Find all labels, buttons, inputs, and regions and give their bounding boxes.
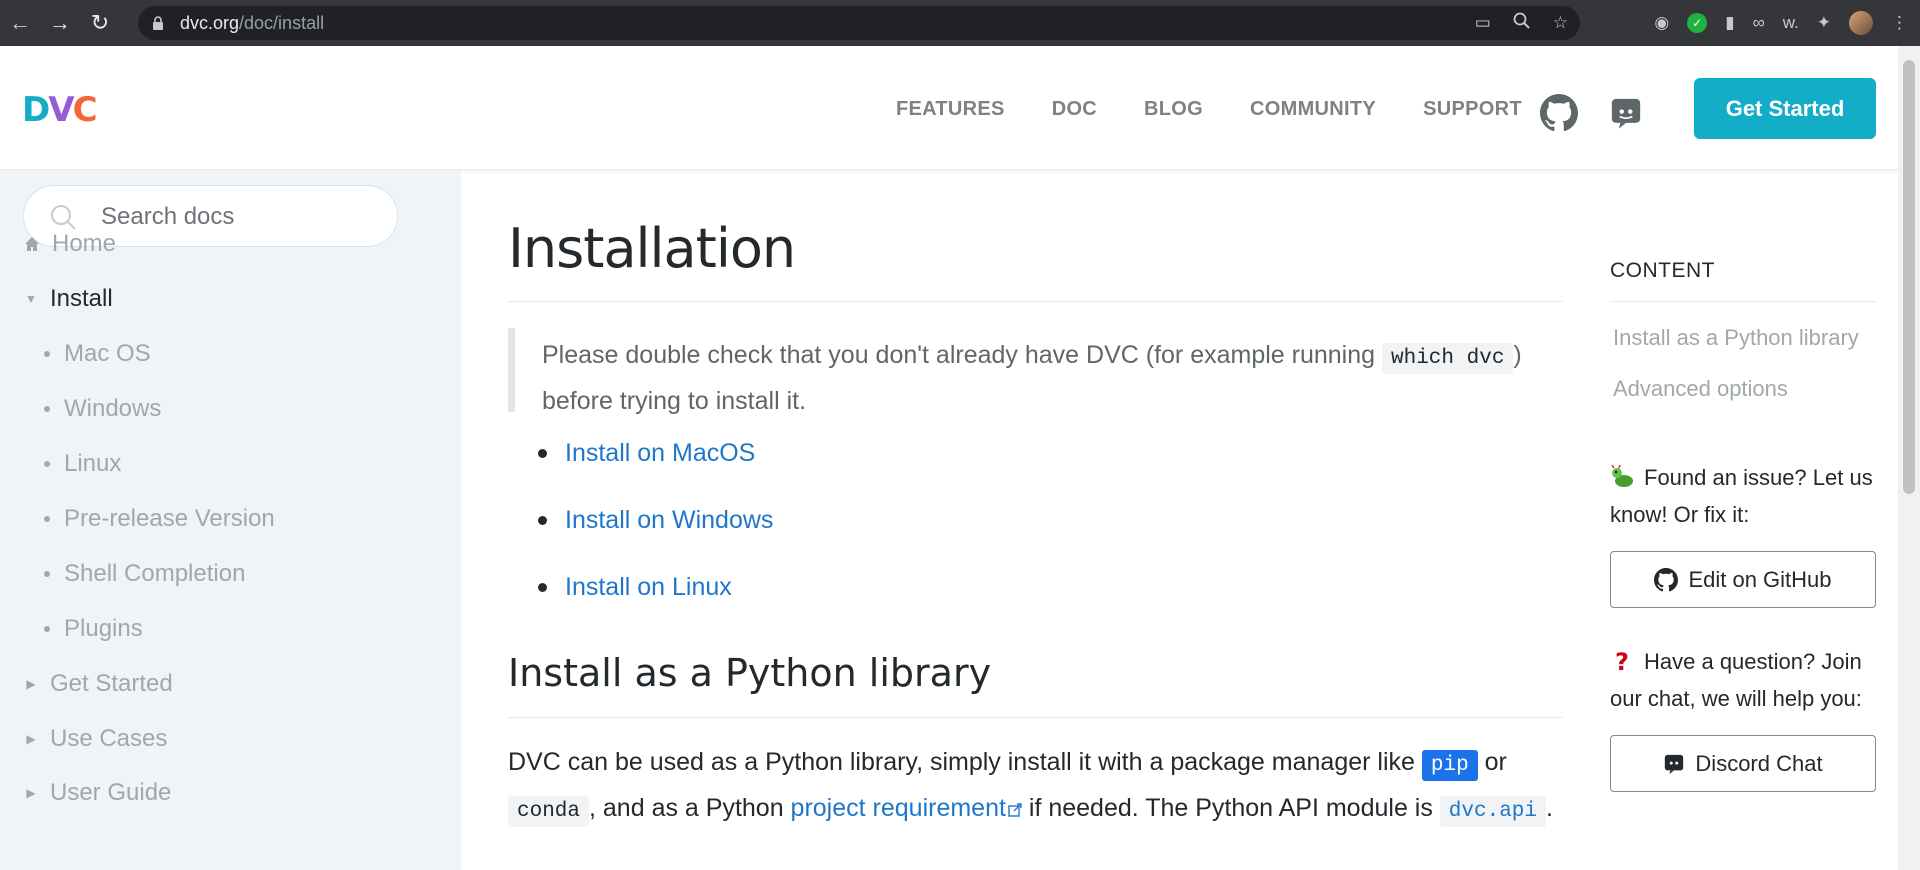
sidebar-item-pre-release[interactable]: Pre-release Version xyxy=(44,505,275,533)
dvc-logo[interactable]: DVC xyxy=(22,90,98,130)
caret-down-icon: ▼ xyxy=(25,292,37,306)
nav-blog[interactable]: BLOG xyxy=(1144,98,1203,121)
toc-item-python-library[interactable]: Install as a Python library xyxy=(1613,325,1859,351)
bullet-icon xyxy=(44,351,50,357)
inline-code: which dvc xyxy=(1382,343,1514,374)
profile-avatar[interactable] xyxy=(1849,11,1873,35)
bullet-icon xyxy=(538,516,547,525)
home-icon xyxy=(25,237,39,251)
list-item: Install on Windows xyxy=(538,506,773,535)
question-prompt: ? Have a question? Join our chat, we will… xyxy=(1610,648,1862,711)
divider xyxy=(508,301,1563,302)
bug-icon xyxy=(1611,464,1633,487)
inline-code-pip: pip xyxy=(1421,750,1478,781)
scrollbar-thumb[interactable] xyxy=(1903,60,1915,494)
sidebar-item-install[interactable]: ▼ Install xyxy=(24,285,113,313)
cast-icon[interactable]: ▭ xyxy=(1475,13,1491,33)
nav-features[interactable]: FEATURES xyxy=(896,98,1005,121)
bullet-icon xyxy=(44,406,50,412)
discord-icon[interactable] xyxy=(1609,96,1643,130)
back-icon[interactable]: ← xyxy=(0,0,40,46)
sidebar-item-linux[interactable]: Linux xyxy=(44,450,121,478)
w-extension-icon[interactable]: w. xyxy=(1783,13,1799,33)
site-header: DVC FEATURES DOC BLOG COMMUNITY SUPPORT … xyxy=(0,46,1898,170)
inline-code-dvc-api[interactable]: dvc.api xyxy=(1439,796,1547,827)
list-item: Install on MacOS xyxy=(538,439,755,468)
sidebar-item-macos[interactable]: Mac OS xyxy=(44,340,151,368)
puzzle-extensions-icon[interactable]: ✦ xyxy=(1817,13,1831,33)
issue-prompt: Found an issue? Let us know! Or fix it: xyxy=(1610,464,1873,527)
get-started-button[interactable]: Get Started xyxy=(1694,78,1876,139)
lock-icon xyxy=(152,16,166,30)
bullet-icon xyxy=(44,461,50,467)
top-nav: FEATURES DOC BLOG COMMUNITY SUPPORT xyxy=(896,98,1522,121)
external-link-icon xyxy=(1008,803,1022,817)
bookmark-star-icon[interactable]: ☆ xyxy=(1553,13,1568,33)
sidebar-item-plugins[interactable]: Plugins xyxy=(44,615,143,643)
caret-right-icon: ▶ xyxy=(26,786,36,800)
thumbs-up-extension-icon[interactable]: ✓ xyxy=(1687,13,1708,33)
toc-item-advanced-options[interactable]: Advanced options xyxy=(1613,376,1788,402)
discord-icon xyxy=(1665,754,1684,774)
page-title: Installation xyxy=(508,217,796,280)
github-icon[interactable] xyxy=(1540,94,1578,132)
python-library-paragraph: DVC can be used as a Python library, sim… xyxy=(508,741,1563,833)
github-icon xyxy=(1654,567,1679,591)
page-scrollbar[interactable] xyxy=(1898,46,1920,870)
svg-text:?: ? xyxy=(1615,648,1629,674)
divider xyxy=(508,717,1563,718)
sidebar-item-home[interactable]: Home xyxy=(24,230,116,258)
link-install-macos[interactable]: Install on MacOS xyxy=(565,439,755,468)
url-text: dvc.org/doc/install xyxy=(180,12,325,33)
glasses-extension-icon[interactable]: ∞ xyxy=(1753,13,1765,33)
bullet-icon xyxy=(44,516,50,522)
zoom-icon[interactable] xyxy=(1513,12,1531,35)
bullet-icon xyxy=(44,571,50,577)
reload-icon[interactable]: ↻ xyxy=(80,0,120,46)
bullet-icon xyxy=(538,583,547,592)
address-bar[interactable]: dvc.org/doc/install ▭ ☆ xyxy=(138,6,1580,40)
bullet-icon xyxy=(538,449,547,458)
section-heading: Install as a Python library xyxy=(508,651,992,695)
sidebar-item-user-guide[interactable]: ▶ User Guide xyxy=(24,779,171,807)
question-mark-icon: ? xyxy=(1615,648,1629,674)
sidebar-item-get-started[interactable]: ▶ Get Started xyxy=(24,670,172,698)
docs-sidebar: Search docs Home ▼ Install Mac OS Window… xyxy=(0,171,461,870)
inline-code-conda: conda xyxy=(508,796,590,827)
discord-chat-button[interactable]: Discord Chat xyxy=(1610,735,1876,792)
nav-support[interactable]: SUPPORT xyxy=(1423,98,1522,121)
sidebar-item-use-cases[interactable]: ▶ Use Cases xyxy=(24,725,167,753)
camera-extension-icon[interactable]: ◉ xyxy=(1654,13,1669,33)
link-project-requirement[interactable]: project requirement xyxy=(791,794,1022,822)
install-note: Please double check that you don't alrea… xyxy=(508,328,1563,415)
sidebar-item-windows[interactable]: Windows xyxy=(44,395,161,423)
list-item: Install on Linux xyxy=(538,573,732,602)
link-install-linux[interactable]: Install on Linux xyxy=(565,573,732,602)
browser-toolbar: ← → ↻ dvc.org/doc/install ▭ ☆ ◉ ✓ ▮ ∞ w.… xyxy=(0,0,1920,46)
divider xyxy=(1610,301,1876,302)
nav-community[interactable]: COMMUNITY xyxy=(1250,98,1376,121)
kebab-menu-icon[interactable]: ⋮ xyxy=(1891,13,1908,33)
caret-right-icon: ▶ xyxy=(26,732,36,746)
sidebar-item-shell-completion[interactable]: Shell Completion xyxy=(44,560,245,588)
search-icon xyxy=(51,205,76,230)
forward-icon[interactable]: → xyxy=(40,0,80,46)
caret-right-icon: ▶ xyxy=(26,677,36,691)
ad-extension-icon[interactable]: ▮ xyxy=(1725,13,1734,33)
nav-doc[interactable]: DOC xyxy=(1052,98,1097,121)
search-placeholder: Search docs xyxy=(101,203,235,230)
link-install-windows[interactable]: Install on Windows xyxy=(565,506,773,535)
bullet-icon xyxy=(44,626,50,632)
edit-on-github-button[interactable]: Edit on GitHub xyxy=(1610,551,1876,608)
toc-heading: CONTENT xyxy=(1610,259,1715,282)
